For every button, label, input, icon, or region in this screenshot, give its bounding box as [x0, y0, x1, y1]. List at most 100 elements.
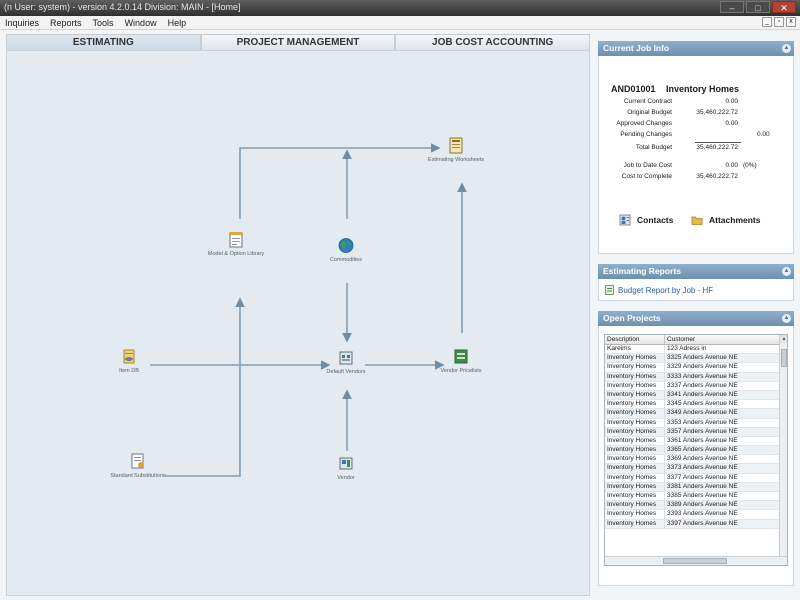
tab-job-cost-accounting[interactable]: JOB COST ACCOUNTING — [395, 34, 591, 50]
table-row[interactable]: Inventory Homes 3389 Anders Avenue NE — [605, 501, 780, 511]
table-row[interactable]: Inventory Homes 3341 Anders Avenue NE — [605, 390, 780, 401]
table-row[interactable]: Inventory Homes 3337 Anders Avenue NE — [605, 381, 780, 391]
workflow-connectors — [150, 143, 467, 477]
table-row[interactable]: Inventory Homes 3397 Anders Avenue NE — [605, 519, 780, 529]
fin-row-job-to-date-cost: Job to Date Cost 0.00 (0%) — [599, 162, 795, 172]
cell-customer: 123 Adress in — [665, 345, 780, 354]
minimize-button[interactable]: – — [720, 1, 744, 13]
node-standard-substitutions[interactable]: Standard Substitutions — [98, 453, 178, 480]
table-row[interactable]: Kareims 123 Adress in — [605, 345, 780, 355]
table-row[interactable]: Inventory Homes 3393 Anders Avenue NE — [605, 510, 780, 520]
vendors-icon — [339, 351, 353, 365]
connector-substitutions-to-library — [165, 297, 245, 477]
contacts-button[interactable]: Contacts — [619, 214, 673, 226]
cell-customer: 3325 Anders Avenue NE — [665, 354, 780, 363]
fin-value: 0.00 — [725, 120, 738, 127]
fin-label: Approved Changes — [616, 120, 672, 127]
table-row[interactable]: Inventory Homes 3381 Anders Avenue NE — [605, 482, 780, 492]
menu-inquiries[interactable]: Inquiries — [0, 16, 45, 30]
mdi-close-button[interactable]: x — [786, 17, 796, 27]
table-row[interactable]: Inventory Homes 3361 Anders Avenue NE — [605, 436, 780, 447]
cell-description: Inventory Homes — [605, 381, 665, 390]
cell-customer: 3369 Anders Avenue NE — [665, 455, 780, 464]
scroll-thumb[interactable] — [663, 558, 727, 564]
table-row[interactable]: Inventory Homes 3325 Anders Avenue NE — [605, 354, 780, 364]
table-row[interactable]: Inventory Homes 3349 Anders Avenue NE — [605, 409, 780, 419]
fin-value: 0.00 — [725, 98, 738, 105]
connector-library-to-worksheets — [239, 143, 441, 219]
table-row[interactable]: Inventory Homes 3385 Anders Avenue NE — [605, 492, 780, 502]
contacts-label: Contacts — [637, 215, 674, 225]
current-job-info-header: Current Job Info ▲ — [598, 41, 794, 56]
fin-label: Current Contract — [623, 98, 672, 105]
horizontal-scrollbar[interactable] — [605, 556, 787, 565]
grid-header: Description Customer — [605, 335, 780, 345]
fin-row-cost-to-complete: Cost to Complete 35,460,222.72 — [599, 173, 795, 183]
fin-label: Pending Changes — [620, 131, 672, 138]
folder-icon — [691, 216, 703, 225]
table-row[interactable]: Inventory Homes 3365 Anders Avenue NE — [605, 446, 780, 456]
mdi-minimize-button[interactable]: _ — [762, 17, 772, 27]
cell-customer: 3381 Anders Avenue NE — [665, 482, 780, 491]
menu-help[interactable]: Help — [163, 16, 193, 30]
cell-description: Kareims — [605, 345, 665, 354]
fin-value: 35,460,222.72 — [696, 109, 738, 116]
table-row[interactable]: Inventory Homes 3333 Anders Avenue NE — [605, 372, 780, 382]
collapse-icon[interactable]: ▲ — [782, 267, 791, 276]
node-vendor-pricelists[interactable]: Vendor Pricelists — [421, 348, 501, 375]
cell-description: Inventory Homes — [605, 446, 665, 455]
report-icon — [605, 285, 614, 295]
workflow-canvas: Estimating Worksheets Model & Option Lib… — [6, 50, 590, 596]
cell-description: Inventory Homes — [605, 510, 665, 519]
menu-reports[interactable]: Reports — [45, 16, 88, 30]
fin-row-pending-changes: Pending Changes 0.00 — [599, 131, 795, 141]
tab-estimating[interactable]: ESTIMATING — [6, 34, 201, 50]
table-row[interactable]: Inventory Homes 3357 Anders Avenue NE — [605, 427, 780, 437]
node-vendor[interactable]: Vendor — [306, 455, 386, 482]
column-header-customer[interactable]: Customer — [665, 335, 780, 344]
collapse-icon[interactable]: ▲ — [782, 44, 791, 53]
node-label: Vendor — [337, 475, 355, 481]
table-row[interactable]: Inventory Homes 3345 Anders Avenue NE — [605, 400, 780, 410]
node-default-vendors[interactable]: Default Vendors — [306, 349, 386, 376]
node-item-db[interactable]: Item DB — [89, 348, 169, 375]
notepad-icon — [229, 232, 243, 248]
cell-description: Inventory Homes — [605, 436, 665, 446]
cell-customer: 3341 Anders Avenue NE — [665, 390, 780, 400]
vendor-icon — [339, 457, 353, 470]
attachments-button[interactable]: Attachments — [691, 214, 760, 226]
menu-window[interactable]: Window — [120, 16, 163, 30]
table-row[interactable]: Inventory Homes 3353 Anders Avenue NE — [605, 418, 780, 428]
maximize-button[interactable]: □ — [746, 1, 770, 13]
fin-value: 35,460,222.72 — [696, 173, 738, 180]
cell-description: Inventory Homes — [605, 482, 665, 491]
node-model-option-library[interactable]: Model & Option Library — [196, 231, 276, 258]
node-label: Estimating Worksheets — [427, 157, 485, 163]
fin-label: Job to Date Cost — [623, 162, 672, 169]
report-link-budget-by-job[interactable]: Budget Report by Job - HF — [605, 285, 713, 295]
tab-project-management[interactable]: PROJECT MANAGEMENT — [200, 34, 396, 50]
estimating-reports-header: Estimating Reports ▲ — [598, 264, 794, 279]
collapse-icon[interactable]: ▲ — [782, 314, 791, 323]
close-button[interactable]: ✕ — [772, 1, 796, 13]
fin-value: 0.00 — [725, 162, 738, 169]
node-estimating-worksheets[interactable]: Estimating Worksheets — [416, 137, 496, 164]
table-row[interactable]: Inventory Homes 3329 Anders Avenue NE — [605, 363, 780, 373]
scroll-up-icon[interactable]: ▲ — [780, 335, 787, 343]
cell-customer: 3385 Anders Avenue NE — [665, 492, 780, 501]
node-label: Default Vendors — [326, 369, 366, 375]
table-row[interactable]: Inventory Homes 3377 Anders Avenue NE — [605, 473, 780, 483]
attachments-label: Attachments — [709, 215, 761, 225]
node-commodities[interactable]: Commodities — [306, 237, 386, 264]
cell-customer: 3353 Anders Avenue NE — [665, 418, 780, 427]
mdi-restore-button[interactable]: ▫ — [774, 17, 784, 27]
scroll-thumb[interactable] — [781, 349, 787, 367]
cell-customer: 3377 Anders Avenue NE — [665, 473, 780, 482]
column-header-description[interactable]: Description — [605, 335, 665, 344]
vertical-scrollbar[interactable]: ▲ — [779, 335, 787, 557]
table-row[interactable]: Inventory Homes 3369 Anders Avenue NE — [605, 455, 780, 465]
worksheet-icon — [449, 137, 463, 154]
menu-tools[interactable]: Tools — [88, 16, 120, 30]
table-row[interactable]: Inventory Homes 3373 Anders Avenue NE — [605, 464, 780, 474]
report-label: Budget Report by Job - HF — [618, 285, 714, 295]
